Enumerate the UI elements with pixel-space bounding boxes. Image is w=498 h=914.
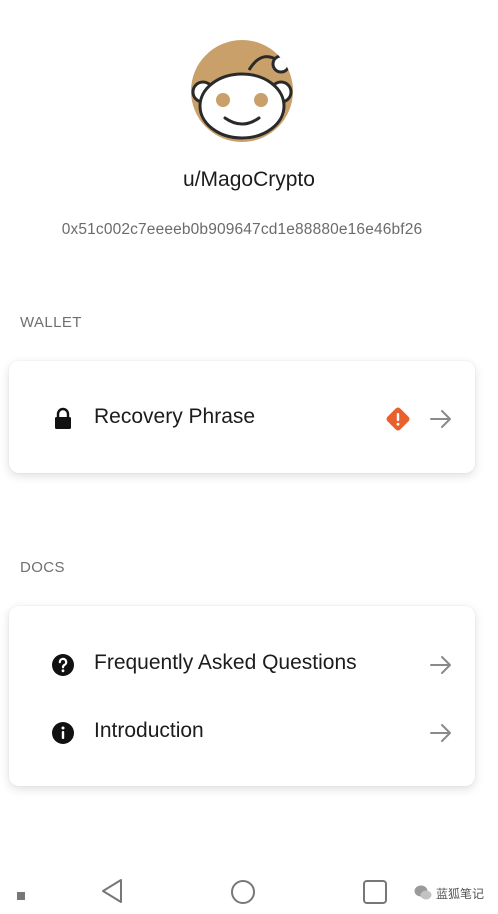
recovery-phrase-label: Recovery Phrase xyxy=(94,405,256,428)
recovery-phrase-row[interactable]: Recovery Phrase xyxy=(9,388,475,448)
avatar xyxy=(191,40,293,142)
back-icon[interactable] xyxy=(100,878,124,909)
info-circle-icon xyxy=(51,721,75,745)
warning-diamond-icon xyxy=(385,406,411,432)
lock-icon xyxy=(51,407,75,431)
question-circle-icon xyxy=(51,653,75,677)
section-label-docs: DOCS xyxy=(20,559,65,576)
home-icon[interactable] xyxy=(230,879,256,910)
faq-label: Frequently Asked Questions xyxy=(94,651,357,674)
snoo-avatar-icon xyxy=(191,40,293,142)
watermark: 蓝狐笔记 xyxy=(414,882,494,904)
docs-card: Frequently Asked Questions Introduction xyxy=(9,606,475,786)
section-label-wallet: WALLET xyxy=(20,314,82,331)
introduction-label: Introduction xyxy=(94,719,204,742)
recents-icon[interactable] xyxy=(362,879,388,910)
username: u/MagoCrypto xyxy=(183,168,315,191)
watermark-text: 蓝狐笔记 xyxy=(436,887,485,901)
arrow-right-icon[interactable] xyxy=(429,653,453,677)
arrow-right-icon[interactable] xyxy=(429,721,453,745)
wallet-address: 0x51c002c7eeeeb0b909647cd1e88880e16e46bf… xyxy=(61,221,423,238)
introduction-row[interactable]: Introduction xyxy=(9,702,475,762)
arrow-right-icon[interactable] xyxy=(429,407,453,431)
wechat-icon xyxy=(414,885,432,900)
wallet-card: Recovery Phrase xyxy=(9,361,475,473)
faq-row[interactable]: Frequently Asked Questions xyxy=(9,634,475,694)
nav-menu-icon[interactable] xyxy=(16,888,26,906)
